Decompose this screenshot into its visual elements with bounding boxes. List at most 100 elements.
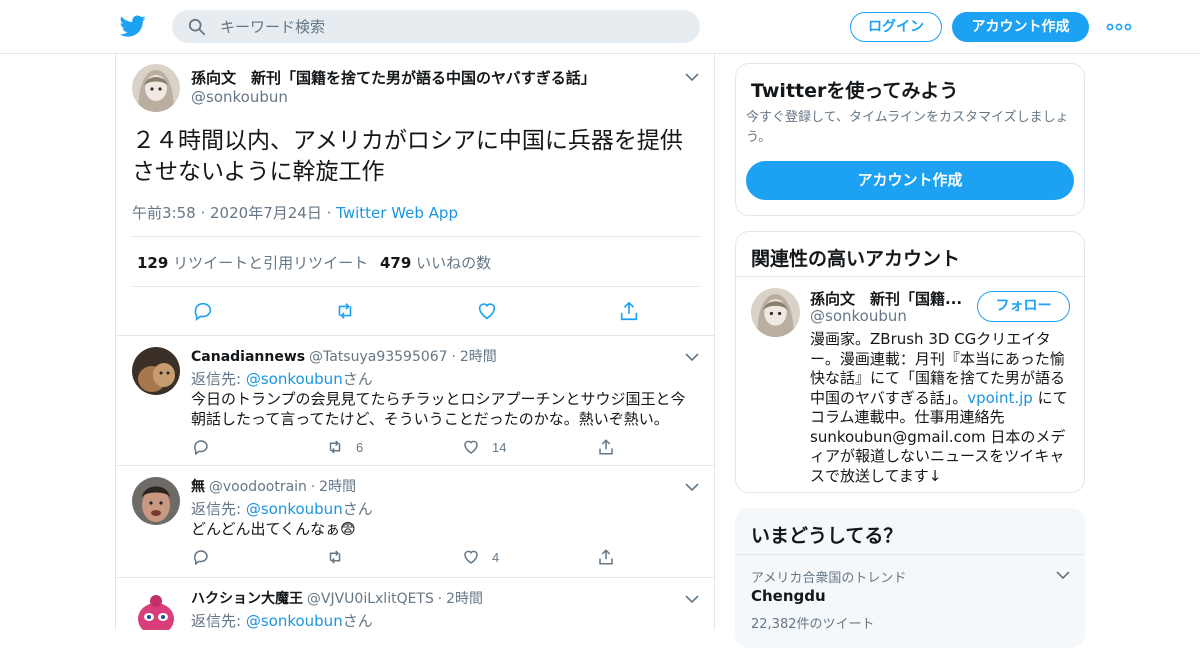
reply-text: どんどん出てくんなぁ😨 [191,520,356,538]
like-icon [464,440,478,454]
time-separator: · [310,479,316,495]
focused-tweet: 孫向文 新刊「国籍を捨てた男が語る中国のヤバすぎる話」 @sonkoubun ２… [116,54,714,336]
search-icon [188,18,206,36]
trend-tweet-count: 22,382件のツイート [751,617,875,632]
like-icon [464,550,478,564]
signup-card-button[interactable]: アカウント作成 [746,161,1074,200]
tweet-meta: 午前3:58 · 2020年7月24日 · Twitter Web App [132,202,458,223]
reply-tweet[interactable]: Canadiannews @Tatsuya93595067 · 2時間 返信先:… [116,336,714,466]
like-label: いいねの数 [416,254,492,272]
bio-link[interactable]: vpoint.jp [967,389,1033,407]
reply-tweet[interactable]: 無 @voodootrain · 2時間 返信先: @sonkoubunさん ど… [116,466,714,578]
avatar[interactable] [132,347,180,395]
reply-action-share[interactable] [597,548,615,566]
reply-author-handle[interactable]: @Tatsuya93595067 [309,349,448,365]
like-count: 4 [492,549,500,565]
reply-author-name[interactable]: 無 [191,479,205,495]
reply-to-suffix: さん [342,500,373,518]
reply-icon [194,550,208,566]
avatar[interactable] [132,477,180,525]
reply-author-name[interactable]: Canadiannews [191,349,305,365]
top-header: ログイン アカウント作成 [0,0,1200,54]
reply-action-reply[interactable] [192,548,210,566]
tweet-time[interactable]: 午前3:58 [132,204,196,222]
tweet-date[interactable]: 2020年7月24日 [210,204,322,222]
search-bar[interactable] [172,10,700,43]
reply-to-handle[interactable]: @sonkoubun [246,370,343,388]
reply-author-handle[interactable]: @voodootrain [209,479,307,495]
reply-icon [194,440,208,456]
share-icon [599,439,613,455]
reply-author-name[interactable]: ハクション大魔王 [191,591,303,607]
reply-to-handle[interactable]: @sonkoubun [246,500,343,518]
reply-to-line: 返信先: @sonkoubunさん [191,368,373,389]
related-account-name[interactable]: 孫向文 新刊「国籍... [810,288,970,309]
trend-context: アメリカ合衆国のトレンド [751,571,907,586]
trend-name[interactable]: Chengdu [751,587,826,605]
avatar[interactable] [132,589,180,630]
reply-author[interactable]: 無 @voodootrain · 2時間 [191,476,356,496]
time-separator: · [437,591,443,607]
reply-to-handle[interactable]: @sonkoubun [246,612,343,630]
retweet-count: 6 [356,439,364,455]
retweet-icon[interactable] [334,300,356,322]
reply-time[interactable]: 2時間 [460,349,497,365]
reply-author[interactable]: Canadiannews @Tatsuya93595067 · 2時間 [191,346,497,366]
tweet-author-name[interactable]: 孫向文 新刊「国籍を捨てた男が語る中国のヤバすぎる話」 [191,67,596,88]
time-separator: · [451,349,456,365]
like-icon[interactable] [476,300,498,322]
retweet-label: リツイートと引用リツイート [173,254,369,272]
retweet-stat[interactable]: 129 リツイートと引用リツイート [137,252,368,273]
related-accounts-title: 関連性の高いアカウント [751,248,961,270]
chevron-down-icon[interactable] [685,594,699,604]
reply-author[interactable]: ハクション大魔王 @VJVU0iLxlitQETS · 2時間 [191,588,483,608]
like-count: 14 [492,439,507,455]
meta-separator: · [200,204,211,222]
signup-card-title: Twitterを使ってみよう [751,80,959,102]
reply-to-suffix: さん [342,612,373,630]
retweet-icon [329,440,341,454]
retweet-count: 129 [137,254,169,272]
chevron-down-icon[interactable] [685,72,699,82]
like-stat[interactable]: 479 いいねの数 [380,252,491,273]
signup-button[interactable]: アカウント作成 [952,12,1089,42]
meta-separator: · [326,204,337,222]
login-button[interactable]: ログイン [850,12,942,42]
avatar[interactable] [132,64,180,112]
reply-action-share[interactable] [597,438,615,456]
reply-to-line: 返信先: @sonkoubunさん [191,498,373,519]
reply-time[interactable]: 2時間 [446,591,483,607]
reply-to-prefix: 返信先: [191,500,246,518]
more-options-icon[interactable] [1106,17,1132,37]
signup-card: Twitterを使ってみよう 今すぐ登録して、タイムラインをカスタマイズしましょ… [735,63,1085,216]
reply-text: 今日のトランプの会見見てたらチラッとロシアプーチンとサウジ国王と今朝話したって言… [191,390,686,428]
twitter-bird-icon[interactable] [120,13,146,39]
share-icon [599,549,613,565]
search-input[interactable] [220,10,680,43]
chevron-down-icon[interactable] [685,482,699,492]
reply-action-retweet[interactable] [326,548,356,566]
reply-action-reply[interactable] [192,438,210,456]
main-column: 孫向文 新刊「国籍を捨てた男が語る中国のヤバすぎる話」 @sonkoubun ２… [115,54,715,630]
like-count: 479 [380,254,412,272]
trends-card: いまどうしてる？ アメリカ合衆国のトレンド Chengdu 22,382件のツイ… [735,508,1085,648]
reply-author-handle[interactable]: @VJVU0iLxlitQETS [307,591,434,607]
tweet-source-link[interactable]: Twitter Web App [336,204,458,222]
reply-icon[interactable] [192,300,214,322]
follow-button[interactable]: フォロー [977,291,1070,322]
related-accounts-card: 関連性の高いアカウント 孫向文 新刊「国籍... @sonkoubun フォロー… [735,231,1085,493]
avatar[interactable] [751,288,800,337]
reply-time[interactable]: 2時間 [319,479,356,495]
trends-title: いまどうしてる？ [751,525,903,547]
chevron-down-icon[interactable] [685,352,699,362]
chevron-down-icon[interactable] [1056,570,1070,580]
reply-to-suffix: さん [342,370,373,388]
reply-action-like[interactable]: 4 [462,548,499,566]
reply-action-like[interactable]: 14 [462,438,506,456]
reply-action-retweet[interactable]: 6 [326,438,363,456]
tweet-author-handle[interactable]: @sonkoubun [191,88,288,106]
share-icon[interactable] [618,300,640,322]
related-account-handle[interactable]: @sonkoubun [810,307,907,325]
reply-tweet[interactable]: ハクション大魔王 @VJVU0iLxlitQETS · 2時間 返信先: @so… [116,578,714,630]
reply-to-prefix: 返信先: [191,612,246,630]
